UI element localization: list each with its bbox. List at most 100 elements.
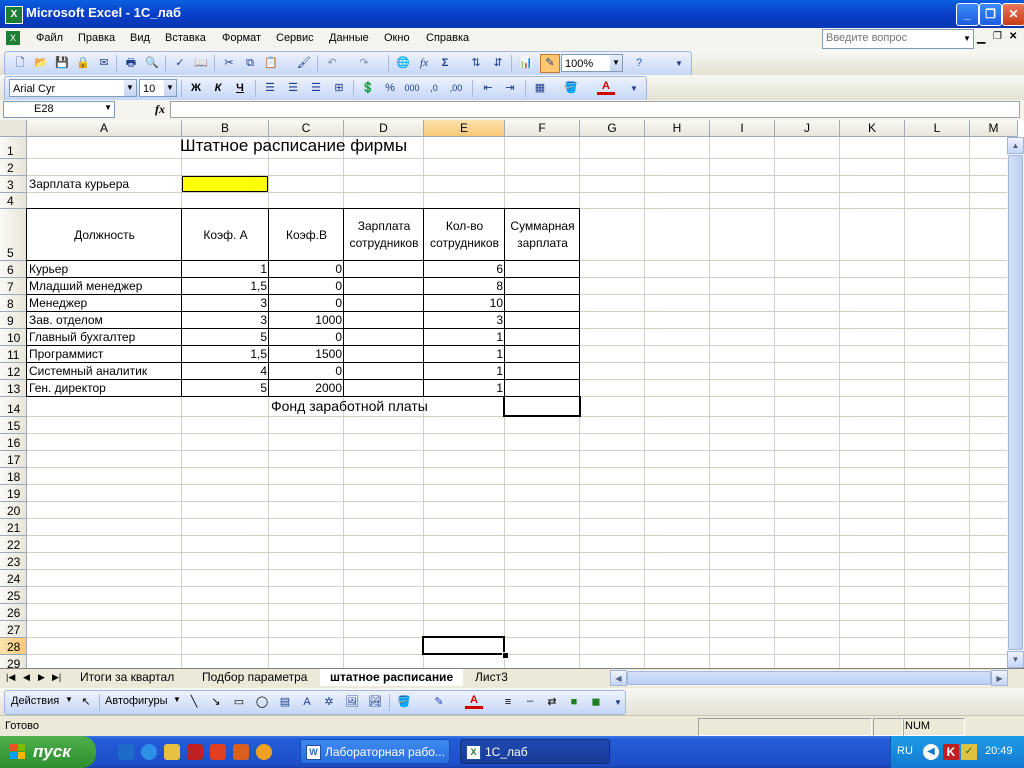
chevron-down-icon[interactable]: ▼ xyxy=(65,695,73,704)
menu-insert[interactable]: Вставка xyxy=(165,32,206,44)
row-header[interactable]: 4 xyxy=(0,193,27,209)
header-cell[interactable]: Коэф. А xyxy=(182,227,269,243)
zoom-select[interactable]: 100% ▼ xyxy=(561,54,623,72)
print-preview-icon[interactable]: 🔍 xyxy=(143,55,161,72)
select-objects-icon[interactable]: ↖ xyxy=(77,694,95,711)
desktop-icon[interactable] xyxy=(118,744,134,760)
email-icon[interactable]: ✉ xyxy=(95,55,113,72)
row-header[interactable]: 10 xyxy=(0,329,27,346)
arrow-icon[interactable]: ↘ xyxy=(207,694,225,711)
row-header[interactable]: 22 xyxy=(0,536,27,553)
row-header[interactable]: 20 xyxy=(0,502,27,519)
line-icon[interactable]: ╲ xyxy=(185,694,203,711)
open-icon[interactable]: 📂 xyxy=(32,55,50,72)
coef-b-cell[interactable]: 0 xyxy=(269,261,344,277)
menu-file[interactable]: Файл xyxy=(36,32,63,44)
decrease-decimal-icon[interactable]: ,00 xyxy=(447,80,465,97)
picture-icon[interactable]: 🏞 xyxy=(366,694,384,711)
increase-decimal-icon[interactable]: ,0 xyxy=(425,80,443,97)
textbox-icon[interactable]: ▤ xyxy=(276,694,294,711)
coef-a-cell[interactable]: 1,5 xyxy=(182,346,269,362)
fill-color-icon[interactable]: 🪣 xyxy=(395,694,413,711)
dash-style-icon[interactable]: ┄ xyxy=(521,694,539,711)
count-cell[interactable]: 1 xyxy=(424,329,505,345)
sort-descending-icon[interactable]: ⇵ xyxy=(489,55,507,72)
count-cell[interactable]: 8 xyxy=(424,278,505,294)
borders-icon[interactable]: ▦ xyxy=(531,80,549,97)
row-header[interactable]: 14 xyxy=(0,397,27,417)
row-header[interactable]: 23 xyxy=(0,553,27,570)
diagram-icon[interactable]: ✲ xyxy=(320,694,338,711)
print-icon[interactable]: 🖶 xyxy=(122,55,140,72)
doc-minimize-button[interactable]: ▁ xyxy=(977,31,985,44)
select-all-corner[interactable] xyxy=(0,120,27,137)
position-cell[interactable]: Ген. директор xyxy=(27,380,182,396)
row-header[interactable]: 21 xyxy=(0,519,27,536)
count-cell[interactable]: 10 xyxy=(424,295,505,311)
row-header[interactable]: 1 xyxy=(0,137,27,159)
font-size-select[interactable]: 10 ▼ xyxy=(139,79,177,97)
line-style-icon[interactable]: ≡ xyxy=(499,694,517,711)
column-header[interactable]: H xyxy=(645,120,710,137)
excel-icon[interactable]: X xyxy=(5,6,23,24)
format-painter-icon[interactable]: 🖌 xyxy=(295,55,313,72)
row-header[interactable]: 9 xyxy=(0,312,27,329)
copy-icon[interactable]: ⧉ xyxy=(241,55,259,72)
sort-ascending-icon[interactable]: ⇅ xyxy=(467,55,485,72)
header-cell[interactable]: Зарплата xyxy=(344,218,424,234)
minimize-button[interactable]: _ xyxy=(956,3,979,26)
rectangle-icon[interactable]: ▭ xyxy=(230,694,248,711)
chart-wizard-icon[interactable]: 📊 xyxy=(517,55,535,72)
redo-icon[interactable]: ↷ xyxy=(355,55,373,72)
hyperlink-icon[interactable]: 🌐 xyxy=(394,55,412,72)
italic-button[interactable]: К xyxy=(209,80,227,97)
paste-icon[interactable]: 📋 xyxy=(262,55,280,72)
insert-function-icon[interactable]: fx xyxy=(155,102,165,117)
fill-color-icon[interactable]: 🪣 xyxy=(562,80,580,97)
position-cell[interactable]: Системный аналитик xyxy=(27,363,182,379)
menu-format[interactable]: Формат xyxy=(222,32,261,44)
count-cell[interactable]: 1 xyxy=(424,380,505,396)
ie-icon[interactable] xyxy=(141,744,157,760)
currency-icon[interactable]: 💲 xyxy=(359,80,377,97)
explorer-icon[interactable] xyxy=(164,744,180,760)
count-cell[interactable]: 3 xyxy=(424,312,505,328)
vertical-scrollbar[interactable]: ▲ ▼ xyxy=(1007,137,1024,668)
coef-a-cell[interactable]: 3 xyxy=(182,295,269,311)
decrease-indent-icon[interactable]: ⇤ xyxy=(479,80,497,97)
coef-a-cell[interactable]: 1,5 xyxy=(182,278,269,294)
position-cell[interactable]: Менеджер xyxy=(27,295,182,311)
cut-icon[interactable]: ✂ xyxy=(220,55,238,72)
prev-sheet-icon[interactable]: ◀ xyxy=(23,672,30,683)
header-cell[interactable]: Суммарная xyxy=(505,218,580,234)
autosum-icon[interactable]: Σ xyxy=(436,55,454,72)
autoshapes-menu[interactable]: Автофигуры xyxy=(105,695,168,707)
column-header[interactable]: I xyxy=(710,120,775,137)
row-header[interactable]: 15 xyxy=(0,417,27,434)
research-icon[interactable]: 📖 xyxy=(192,55,210,72)
column-header[interactable]: L xyxy=(905,120,970,137)
increase-indent-icon[interactable]: ⇥ xyxy=(501,80,519,97)
row-header[interactable]: 29 xyxy=(0,655,27,668)
row-header[interactable]: 27 xyxy=(0,621,27,638)
document-icon[interactable]: X xyxy=(6,31,20,45)
scroll-left-icon[interactable]: ◀ xyxy=(610,670,627,686)
row-header[interactable]: 2 xyxy=(0,159,27,176)
ask-question-box[interactable]: ▼ xyxy=(822,29,974,49)
spelling-icon[interactable]: ✓ xyxy=(171,55,189,72)
hscroll-thumb[interactable] xyxy=(627,671,991,685)
help-icon[interactable]: ? xyxy=(630,55,648,72)
column-header[interactable]: D xyxy=(344,120,424,137)
coef-a-cell[interactable]: 4 xyxy=(182,363,269,379)
row-header[interactable]: 11 xyxy=(0,346,27,363)
oval-icon[interactable]: ◯ xyxy=(253,694,271,711)
row-header[interactable]: 28 xyxy=(0,638,27,655)
courier-salary-label[interactable]: Зарплата курьера xyxy=(27,176,182,192)
position-cell[interactable]: Зав. отделом xyxy=(27,312,182,328)
chevron-down-icon[interactable]: ▼ xyxy=(124,80,136,96)
column-header[interactable]: G xyxy=(580,120,645,137)
header-cell[interactable]: Коэф.В xyxy=(269,227,344,243)
permission-icon[interactable]: 🔒 xyxy=(74,55,92,72)
menu-window[interactable]: Окно xyxy=(384,32,410,44)
task-excel[interactable]: X 1С_лаб xyxy=(460,739,610,764)
